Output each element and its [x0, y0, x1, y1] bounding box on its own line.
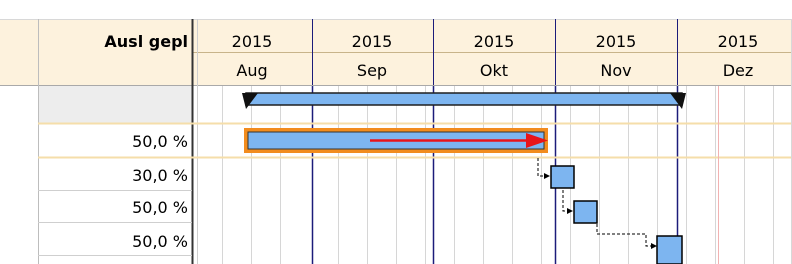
row-value-3[interactable]: 50,0 % [132, 198, 188, 217]
timescale-year-5: 2015 [718, 32, 759, 51]
task-bar-row-3[interactable] [550, 165, 575, 189]
dependency-arrow-1 [544, 173, 550, 179]
dependency-arrow-3 [651, 243, 657, 249]
timescale-month-3: Okt [480, 61, 508, 80]
summary-row-cell[interactable] [38, 86, 192, 123]
column-header-title[interactable]: Ausl gepl [104, 32, 188, 51]
timescale-month-1: Aug [236, 61, 267, 80]
timescale-year-4: 2015 [596, 32, 637, 51]
row-value-1[interactable]: 50,0 % [132, 132, 188, 151]
week-grid-lines [222, 86, 774, 264]
timescale-year-2: 2015 [352, 32, 393, 51]
task-bar-row-5[interactable] [656, 235, 683, 264]
row-value-2[interactable]: 30,0 % [132, 166, 188, 185]
timescale-month-2: Sep [357, 61, 387, 80]
timescale-month-5: Dez [723, 61, 754, 80]
selected-task-bar[interactable] [244, 128, 548, 153]
table-column-values: 50,0 % 30,0 % 50,0 % 50,0 % [132, 132, 188, 251]
gantt-view: Ausl gepl 2015 2015 2015 2015 2015 Aug S… [0, 19, 792, 264]
summary-task-bar[interactable] [242, 92, 686, 109]
timescale-month-4: Nov [600, 61, 631, 80]
timescale-year-1: 2015 [232, 32, 273, 51]
task-bar-row-4[interactable] [573, 200, 598, 224]
row-value-4[interactable]: 50,0 % [132, 232, 188, 251]
timescale-year-3: 2015 [474, 32, 515, 51]
row-gutter [0, 86, 38, 264]
